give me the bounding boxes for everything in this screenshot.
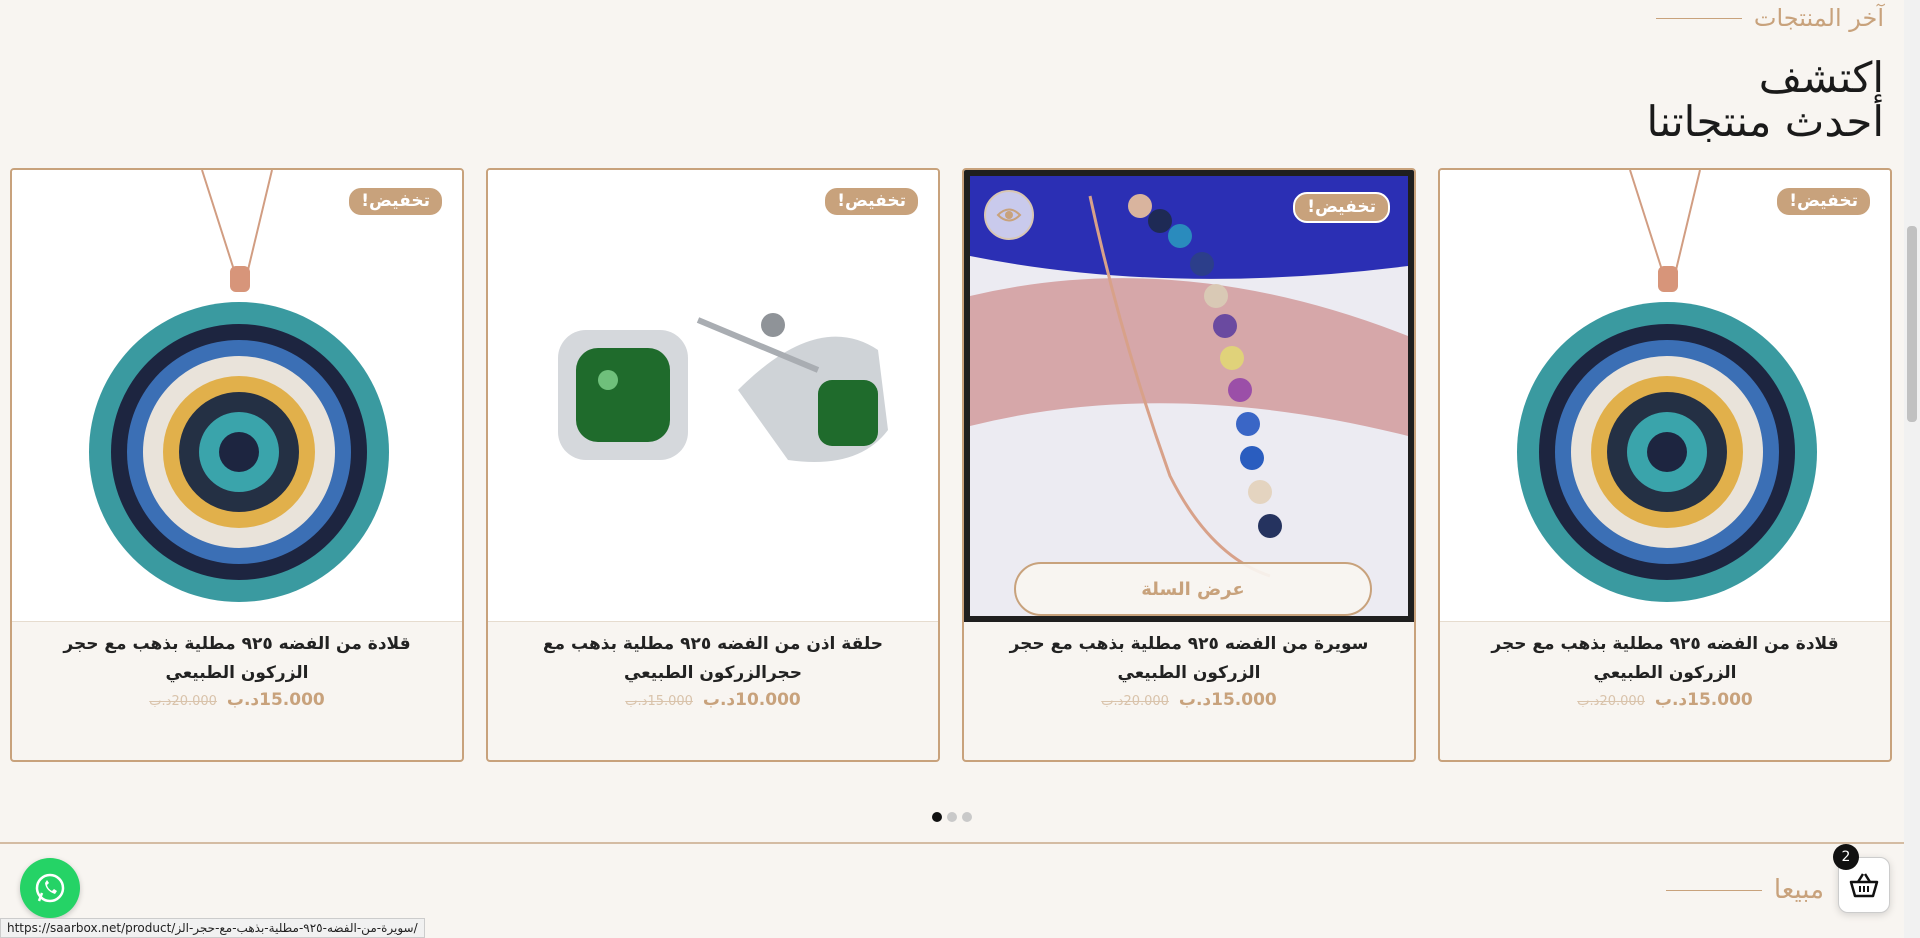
product-title[interactable]: قلادة من الفضه ٩٢٥ مطلية بذهب مع حجر الز… [1440,630,1890,688]
product-card[interactable]: تخفيض! عرض السلة سويرة من الفضه ٩٢٥ مطلي… [962,168,1416,762]
product-title[interactable]: قلادة من الفضه ٩٢٥ مطلية بذهب مع حجر الز… [12,630,462,688]
current-price: 15.000د.ب [226,690,325,710]
product-info: حلقة اذن من الفضه ٩٢٥ مطلية بذهب مع حجرا… [488,630,938,710]
pendant-image [89,170,389,602]
sale-badge: تخفيض! [1293,192,1390,223]
product-price: 15.000د.ب 20.000د.ب [964,690,1414,710]
section-eyebrow: آخر المنتجات [1655,0,1884,36]
earrings-image [558,313,888,462]
view-cart-button[interactable]: عرض السلة [1014,562,1372,616]
product-card[interactable]: تخفيض! حلقة اذن من الفضه ٩٢٥ مطلية بذهب … [486,168,940,762]
headline-line-1: اكتشف [1758,53,1884,102]
sale-badge: تخفيض! [1775,186,1872,217]
product-title[interactable]: سويرة من الفضه ٩٢٥ مطلية بذهب مع حجر الز… [964,630,1414,688]
carousel-dots [932,812,972,822]
eyebrow-line [1655,17,1742,19]
carousel-dot-2[interactable] [947,812,957,822]
cart-button[interactable]: 2 [1833,844,1890,913]
best-sellers-label: مبيعا [1773,875,1824,905]
product-info: سويرة من الفضه ٩٢٥ مطلية بذهب مع حجر الز… [964,630,1414,710]
page-scrollbar[interactable] [1904,0,1920,938]
current-price: 15.000د.ب [1178,690,1277,710]
current-price: 15.000د.ب [1654,690,1753,710]
sale-badge: تخفيض! [347,186,444,217]
product-carousel: تخفيض! قلادة من الفضه ٩٢٥ مطلية بذهب مع … [10,168,1894,762]
product-title[interactable]: حلقة اذن من الفضه ٩٢٥ مطلية بذهب مع حجرا… [488,630,938,688]
old-price: 20.000د.ب [1101,694,1169,709]
pendant-image [1517,170,1817,602]
headline-line-2: أحدث منتجاتنا [1646,97,1884,146]
section-headline: اكتشف أحدث منتجاتنا [1647,56,1884,144]
basket-icon [1849,873,1879,898]
old-price: 15.000د.ب [625,694,693,709]
carousel-dot-1[interactable] [932,812,942,822]
product-price: 15.000د.ب 20.000د.ب [12,690,462,710]
eye-icon [996,208,1022,222]
section-divider [0,842,1904,844]
status-bar-url: https://saarbox.net/product/سويرة-من-الف… [0,918,425,938]
product-image[interactable]: تخفيض! [488,170,938,622]
cart-count-badge: 2 [1833,844,1859,870]
product-info: قلادة من الفضه ٩٢٥ مطلية بذهب مع حجر الز… [1440,630,1890,710]
product-image[interactable]: تخفيض! [1440,170,1890,622]
best-sellers-heading: مبيعا [1665,872,1824,908]
product-card[interactable]: تخفيض! قلادة من الفضه ٩٢٥ مطلية بذهب مع … [1438,168,1892,762]
product-image[interactable]: تخفيض! عرض السلة [964,170,1414,622]
scrollbar-thumb[interactable] [1907,226,1917,422]
whatsapp-icon [35,873,65,903]
whatsapp-button[interactable] [20,858,80,918]
section-eyebrow-label: آخر المنتجات [1753,4,1884,32]
product-price: 10.000د.ب 15.000د.ب [488,690,938,710]
current-price: 10.000د.ب [702,690,801,710]
sale-badge: تخفيض! [823,186,920,217]
product-price: 15.000د.ب 20.000د.ب [1440,690,1890,710]
bracelet-image [970,176,1408,616]
quick-view-button[interactable] [984,190,1034,240]
best-sellers-line [1665,889,1762,891]
carousel-dot-3[interactable] [962,812,972,822]
old-price: 20.000د.ب [149,694,217,709]
product-image[interactable]: تخفيض! [12,170,462,622]
old-price: 20.000د.ب [1577,694,1645,709]
product-info: قلادة من الفضه ٩٢٥ مطلية بذهب مع حجر الز… [12,630,462,710]
page: آخر المنتجات اكتشف أحدث منتجاتنا تخفيض! … [0,0,1904,938]
product-card[interactable]: تخفيض! قلادة من الفضه ٩٢٥ مطلية بذهب مع … [10,168,464,762]
